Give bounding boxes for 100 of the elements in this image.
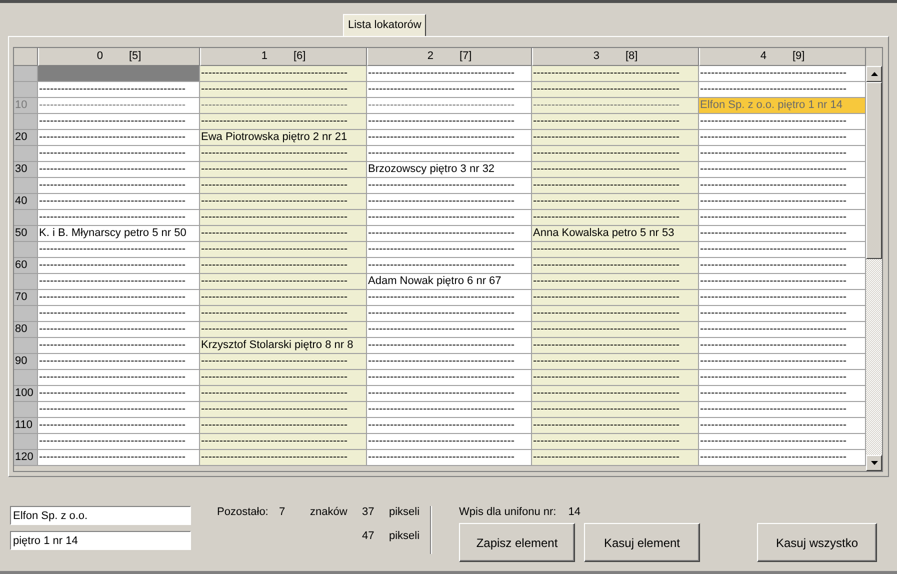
table-cell[interactable]: ---------------------------------------- (532, 146, 699, 162)
table-cell[interactable]: ---------------------------------------- (200, 354, 367, 370)
table-cell[interactable]: ---------------------------------------- (532, 418, 699, 434)
table-cell[interactable]: ---------------------------------------- (38, 210, 200, 226)
table-cell[interactable]: ---------------------------------------- (367, 130, 532, 146)
table-cell[interactable]: ---------------------------------------- (200, 98, 367, 114)
table-cell[interactable]: ---------------------------------------- (38, 338, 200, 354)
table-cell[interactable]: ---------------------------------------- (38, 146, 200, 162)
table-cell[interactable]: ---------------------------------------- (699, 386, 866, 402)
column-header[interactable]: 0 [5] (38, 48, 200, 66)
table-cell[interactable]: ---------------------------------------- (200, 226, 367, 242)
scroll-thumb[interactable] (866, 82, 882, 259)
table-cell[interactable]: ---------------------------------------- (367, 98, 532, 114)
table-cell[interactable]: ---------------------------------------- (200, 82, 367, 98)
table-cell[interactable]: ---------------------------------------- (532, 450, 699, 466)
table-cell[interactable]: ---------------------------------------- (200, 434, 367, 450)
table-cell[interactable]: ---------------------------------------- (532, 162, 699, 178)
table-cell[interactable]: ---------------------------------------- (367, 194, 532, 210)
table-cell[interactable]: ---------------------------------------- (367, 434, 532, 450)
table-cell[interactable]: ---------------------------------------- (532, 354, 699, 370)
table-cell[interactable]: ---------------------------------------- (200, 242, 367, 258)
scroll-down-button[interactable] (866, 455, 882, 471)
table-cell[interactable]: ---------------------------------------- (367, 114, 532, 130)
table-cell[interactable]: ---------------------------------------- (200, 258, 367, 274)
table-cell[interactable]: ---------------------------------------- (200, 146, 367, 162)
action-button[interactable]: Zapisz element (459, 523, 575, 562)
table-cell[interactable]: Krzysztof Stolarski piętro 8 nr 8 (200, 338, 367, 354)
table-cell[interactable]: ---------------------------------------- (699, 130, 866, 146)
table-cell[interactable]: ---------------------------------------- (367, 258, 532, 274)
address-input-field[interactable]: piętro 1 nr 14 (10, 531, 191, 550)
table-cell[interactable]: ---------------------------------------- (38, 418, 200, 434)
vertical-scrollbar[interactable] (866, 66, 882, 471)
table-cell[interactable]: ---------------------------------------- (367, 402, 532, 418)
column-header[interactable]: 3 [8] (532, 48, 699, 66)
table-cell[interactable]: ---------------------------------------- (699, 450, 866, 466)
table-cell[interactable]: ---------------------------------------- (532, 82, 699, 98)
table-cell[interactable]: ---------------------------------------- (200, 290, 367, 306)
table-cell[interactable]: ---------------------------------------- (699, 338, 866, 354)
table-cell[interactable]: ---------------------------------------- (699, 178, 866, 194)
table-cell[interactable]: ---------------------------------------- (200, 162, 367, 178)
table-cell[interactable]: ---------------------------------------- (200, 114, 367, 130)
table-cell[interactable]: ---------------------------------------- (367, 370, 532, 386)
table-cell[interactable]: ---------------------------------------- (38, 162, 200, 178)
table-cell[interactable]: ---------------------------------------- (367, 306, 532, 322)
table-cell[interactable]: ---------------------------------------- (200, 274, 367, 290)
table-cell[interactable]: ---------------------------------------- (367, 226, 532, 242)
table-cell[interactable]: ---------------------------------------- (200, 194, 367, 210)
table-cell[interactable]: Adam Nowak piętro 6 nr 67 (367, 274, 532, 290)
table-cell[interactable]: ---------------------------------------- (38, 322, 200, 338)
table-cell[interactable]: ---------------------------------------- (38, 194, 200, 210)
table-cell[interactable]: K. i B. Młynarscy petro 5 nr 50 (38, 226, 200, 242)
table-cell[interactable]: ---------------------------------------- (38, 434, 200, 450)
table-cell[interactable]: ---------------------------------------- (699, 66, 866, 82)
table-cell[interactable]: ---------------------------------------- (532, 322, 699, 338)
column-header[interactable]: 4 [9] (699, 48, 866, 66)
table-cell[interactable]: ---------------------------------------- (200, 418, 367, 434)
table-cell[interactable]: ---------------------------------------- (200, 402, 367, 418)
column-header[interactable]: 2 [7] (367, 48, 532, 66)
table-cell[interactable]: ---------------------------------------- (532, 338, 699, 354)
table-cell[interactable]: ---------------------------------------- (699, 226, 866, 242)
table-cell[interactable]: ---------------------------------------- (38, 306, 200, 322)
table-cell[interactable]: ---------------------------------------- (200, 178, 367, 194)
table-cell[interactable]: ---------------------------------------- (532, 98, 699, 114)
action-button[interactable]: Kasuj wszystko (757, 523, 877, 562)
table-cell[interactable]: ---------------------------------------- (532, 130, 699, 146)
table-cell[interactable]: ---------------------------------------- (532, 370, 699, 386)
scroll-up-button[interactable] (866, 66, 882, 82)
table-cell[interactable]: Brzozowscy piętro 3 nr 32 (367, 162, 532, 178)
table-cell[interactable]: ---------------------------------------- (38, 178, 200, 194)
table-cell[interactable]: ---------------------------------------- (367, 242, 532, 258)
table-cell[interactable]: ---------------------------------------- (532, 274, 699, 290)
table-cell[interactable]: ---------------------------------------- (200, 386, 367, 402)
table-cell[interactable]: ---------------------------------------- (532, 434, 699, 450)
table-cell[interactable]: ---------------------------------------- (367, 146, 532, 162)
table-cell[interactable]: ---------------------------------------- (532, 258, 699, 274)
table-cell[interactable]: ---------------------------------------- (38, 98, 200, 114)
table-cell[interactable]: ---------------------------------------- (367, 418, 532, 434)
table-cell[interactable]: ---------------------------------------- (699, 194, 866, 210)
table-cell[interactable]: ---------------------------------------- (699, 370, 866, 386)
table-cell[interactable]: ---------------------------------------- (367, 82, 532, 98)
table-cell[interactable]: ---------------------------------------- (699, 210, 866, 226)
table-cell[interactable]: ---------------------------------------- (200, 306, 367, 322)
table-cell[interactable]: ---------------------------------------- (38, 290, 200, 306)
table-cell[interactable]: ---------------------------------------- (532, 194, 699, 210)
table-cell[interactable]: ---------------------------------------- (200, 66, 367, 82)
table-cell[interactable]: ---------------------------------------- (367, 210, 532, 226)
table-cell[interactable]: ---------------------------------------- (38, 258, 200, 274)
table-cell[interactable]: ---------------------------------------- (367, 338, 532, 354)
table-cell[interactable]: ---------------------------------------- (532, 402, 699, 418)
table-cell[interactable]: ---------------------------------------- (38, 450, 200, 466)
table-cell[interactable]: ---------------------------------------- (532, 306, 699, 322)
table-cell[interactable]: ---------------------------------------- (200, 370, 367, 386)
table-cell[interactable]: ---------------------------------------- (38, 82, 200, 98)
table-cell[interactable]: ---------------------------------------- (699, 274, 866, 290)
table-cell[interactable]: ---------------------------------------- (532, 242, 699, 258)
table-cell[interactable]: Ewa Piotrowska piętro 2 nr 21 (200, 130, 367, 146)
table-cell[interactable]: ---------------------------------------- (200, 322, 367, 338)
table-cell[interactable]: ---------------------------------------- (367, 386, 532, 402)
table-cell[interactable]: ---------------------------------------- (38, 130, 200, 146)
table-cell[interactable]: ---------------------------------------- (699, 258, 866, 274)
